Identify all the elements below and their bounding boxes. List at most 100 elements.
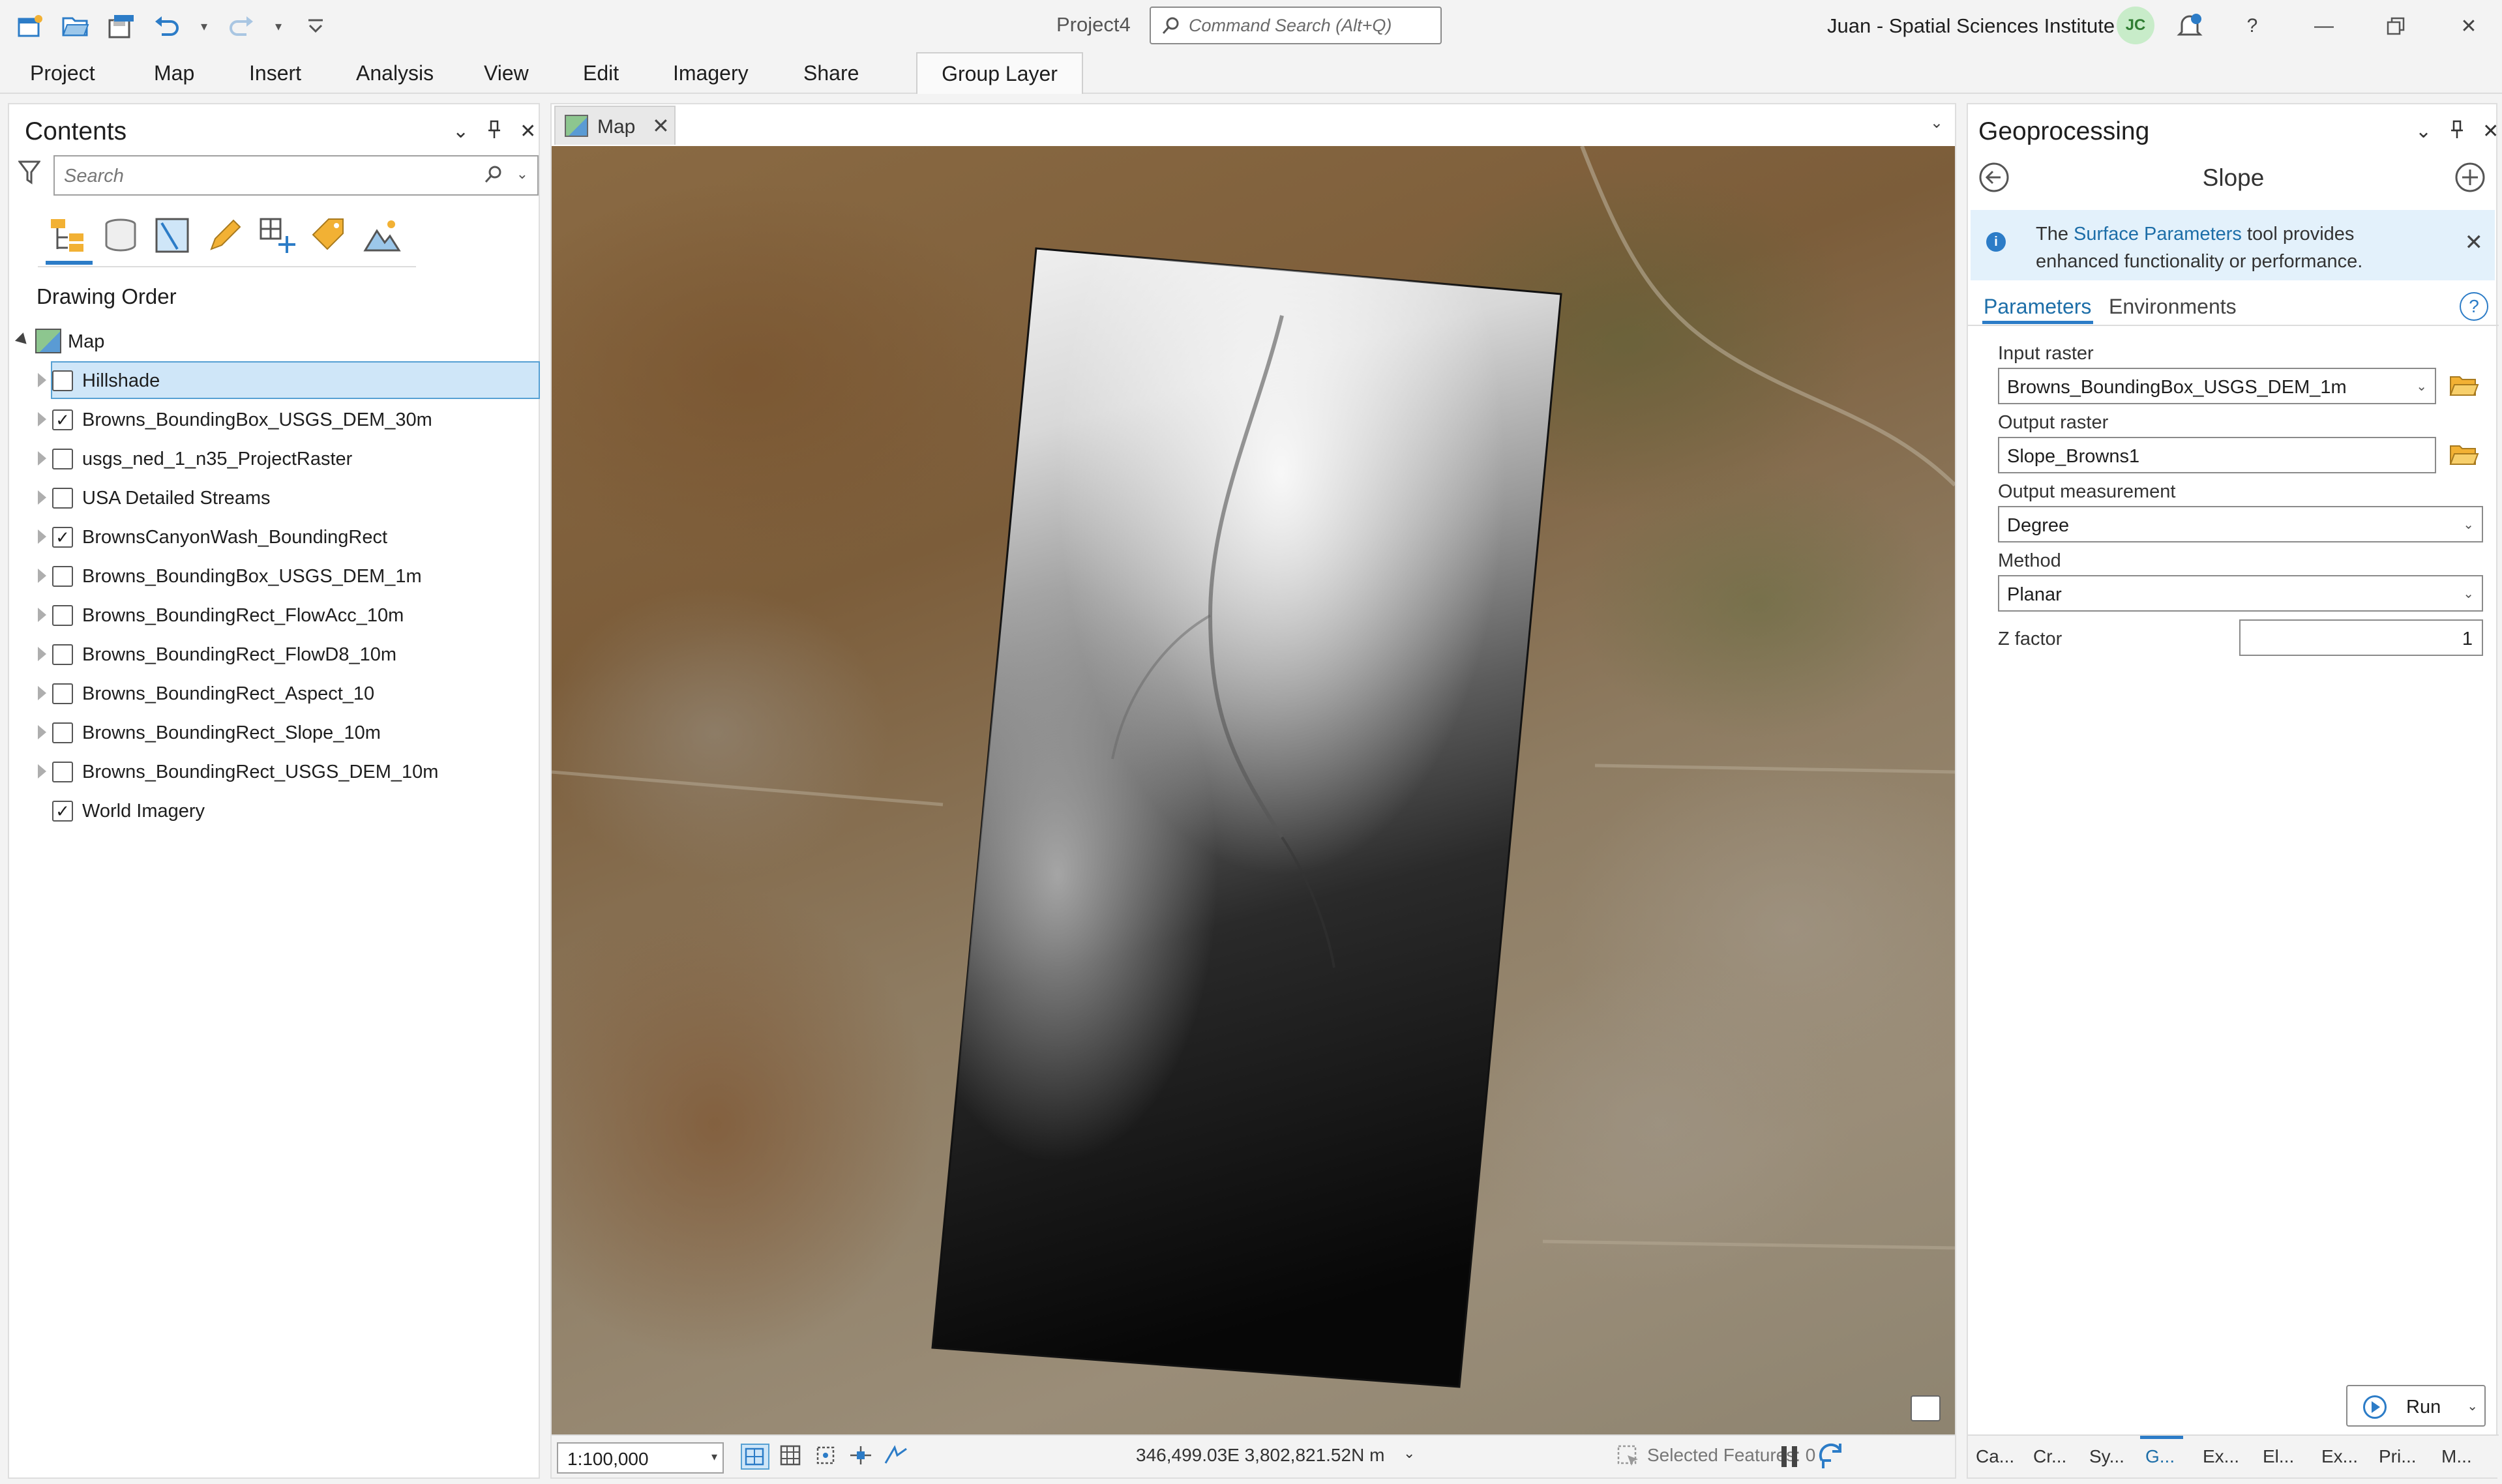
layer-row[interactable]: ✓ BrownsCanyonWash_BoundingRect [9, 518, 541, 557]
pane-options-icon[interactable]: ⌄ [453, 120, 469, 145]
bottom-tab-print[interactable]: Pri... [2379, 1446, 2417, 1467]
tab-imagery[interactable]: Imagery [673, 61, 749, 85]
scale-dropdown[interactable]: 1:100,000 ▾ [557, 1442, 724, 1474]
layer-row[interactable]: Browns_BoundingRect_FlowAcc_10m [9, 596, 541, 635]
layer-row[interactable]: Hillshade [9, 361, 541, 400]
expand-icon[interactable] [38, 569, 46, 583]
layer-row[interactable]: USA Detailed Streams [9, 479, 541, 518]
grid-icon[interactable] [777, 1444, 806, 1470]
tab-view[interactable]: View [484, 61, 529, 85]
bottom-tab-create-features[interactable]: Cr... [2033, 1446, 2066, 1467]
pin-icon[interactable] [2450, 120, 2464, 145]
expand-icon[interactable] [38, 529, 46, 544]
collapse-icon[interactable] [14, 332, 31, 349]
redo-icon[interactable] [223, 8, 260, 44]
expand-icon[interactable] [38, 686, 46, 700]
coordinate-format-dropdown-icon[interactable]: ⌄ [1403, 1445, 1415, 1462]
tab-group-layer[interactable]: Group Layer [916, 52, 1083, 94]
layer-visibility-checkbox[interactable] [52, 644, 73, 665]
signed-in-user[interactable]: Juan - Spatial Sciences Institute [1827, 14, 2115, 38]
filter-icon[interactable] [18, 159, 41, 190]
layer-row[interactable]: Browns_BoundingRect_Aspect_10 [9, 674, 541, 713]
save-project-icon[interactable] [103, 8, 140, 44]
command-search-input[interactable]: Command Search (Alt+Q) [1150, 7, 1442, 44]
bottom-tab-symbology[interactable]: Sy... [2089, 1446, 2124, 1467]
fixed-zoom-icon[interactable] [741, 1444, 769, 1470]
map-node[interactable]: Map [9, 322, 541, 361]
map-canvas[interactable] [552, 146, 1955, 1434]
pause-drawing-icon[interactable] [1778, 1444, 1801, 1470]
new-project-icon[interactable] [12, 8, 48, 44]
bottom-tab-catalog[interactable]: Ca... [1976, 1446, 2014, 1467]
tab-analysis[interactable]: Analysis [356, 61, 434, 85]
bottom-tab-more[interactable]: M... [2441, 1446, 2472, 1467]
list-by-labeling-icon[interactable] [309, 215, 350, 256]
input-raster-dropdown[interactable]: Browns_BoundingBox_USGS_DEM_1m ⌄ [1998, 368, 2436, 404]
layer-visibility-checkbox[interactable] [52, 722, 73, 743]
layer-visibility-checkbox[interactable] [52, 683, 73, 704]
z-factor-input[interactable]: 1 [2239, 619, 2483, 656]
layer-visibility-checkbox[interactable] [52, 566, 73, 587]
layer-row[interactable]: Browns_BoundingRect_USGS_DEM_10m [9, 752, 541, 792]
layer-row[interactable]: usgs_ned_1_n35_ProjectRaster [9, 439, 541, 479]
list-by-snapping-icon[interactable] [257, 215, 297, 256]
run-button[interactable]: Run ⌄ [2346, 1385, 2486, 1427]
tab-edit[interactable]: Edit [583, 61, 619, 85]
list-by-drawing-order-icon[interactable] [48, 215, 89, 256]
open-project-icon[interactable] [57, 8, 94, 44]
bottom-tab-geoprocessing[interactable]: G... [2145, 1446, 2175, 1467]
notifications-icon[interactable] [2171, 8, 2208, 44]
tab-map[interactable]: Map [154, 61, 194, 85]
expand-icon[interactable] [38, 725, 46, 739]
constraints-icon[interactable] [812, 1444, 841, 1470]
expand-icon[interactable] [38, 451, 46, 466]
layer-visibility-checkbox[interactable] [52, 488, 73, 509]
layer-visibility-checkbox[interactable] [52, 449, 73, 469]
minimize-icon[interactable]: — [2306, 8, 2342, 44]
search-icon[interactable] [484, 164, 503, 189]
output-measurement-dropdown[interactable]: Degree ⌄ [1998, 506, 2483, 542]
expand-icon[interactable] [38, 490, 46, 505]
expand-icon[interactable] [38, 608, 46, 622]
search-options-dropdown-icon[interactable]: ⌄ [516, 166, 528, 183]
undo-icon[interactable] [149, 8, 185, 44]
close-map-tab-icon[interactable]: ✕ [652, 113, 670, 138]
expand-icon[interactable] [38, 373, 46, 387]
browse-folder-icon[interactable] [2449, 373, 2479, 399]
list-by-source-icon[interactable] [100, 215, 141, 256]
add-tool-icon[interactable] [2453, 160, 2487, 194]
dismiss-info-icon[interactable]: ✕ [2465, 230, 2484, 256]
surface-parameters-link[interactable]: Surface Parameters [2074, 224, 2242, 245]
layer-row[interactable]: Browns_BoundingBox_USGS_DEM_1m [9, 557, 541, 596]
map-view-tab[interactable]: Map ✕ [554, 106, 676, 145]
restore-icon[interactable] [2377, 8, 2414, 44]
layer-row[interactable]: Browns_BoundingRect_Slope_10m [9, 713, 541, 752]
view-list-dropdown-icon[interactable]: ⌄ [1930, 113, 1943, 132]
layer-visibility-checkbox[interactable] [52, 370, 73, 391]
list-by-selection-icon[interactable] [153, 215, 193, 256]
map-overview-icon[interactable] [1911, 1395, 1941, 1421]
method-dropdown[interactable]: Planar ⌄ [1998, 575, 2483, 612]
contents-search-input[interactable]: Search ⌄ [53, 155, 539, 196]
layer-visibility-checkbox[interactable]: ✓ [52, 801, 73, 822]
help-icon[interactable]: ? [2234, 8, 2271, 44]
close-pane-icon[interactable]: ✕ [520, 120, 536, 145]
tab-parameters[interactable]: Parameters [1984, 295, 2091, 319]
close-pane-icon[interactable]: ✕ [2482, 120, 2499, 145]
avatar[interactable]: JC [2117, 7, 2154, 44]
layer-visibility-checkbox[interactable] [52, 762, 73, 782]
layer-row[interactable]: ✓ Browns_BoundingBox_USGS_DEM_30m [9, 400, 541, 439]
expand-icon[interactable] [38, 412, 46, 426]
tab-insert[interactable]: Insert [249, 61, 301, 85]
chevron-down-icon[interactable]: ⌄ [2467, 1398, 2478, 1414]
pane-options-icon[interactable]: ⌄ [2415, 120, 2432, 145]
layer-visibility-checkbox[interactable]: ✓ [52, 527, 73, 548]
help-icon[interactable]: ? [2460, 292, 2488, 321]
correction-icon[interactable] [883, 1444, 912, 1470]
browse-folder-icon[interactable] [2449, 442, 2479, 468]
layer-visibility-checkbox[interactable]: ✓ [52, 409, 73, 430]
redo-dropdown-icon[interactable]: ▾ [269, 18, 288, 35]
expand-icon[interactable] [38, 764, 46, 779]
bottom-tab-elevation[interactable]: El... [2263, 1446, 2294, 1467]
layer-visibility-checkbox[interactable] [52, 605, 73, 626]
